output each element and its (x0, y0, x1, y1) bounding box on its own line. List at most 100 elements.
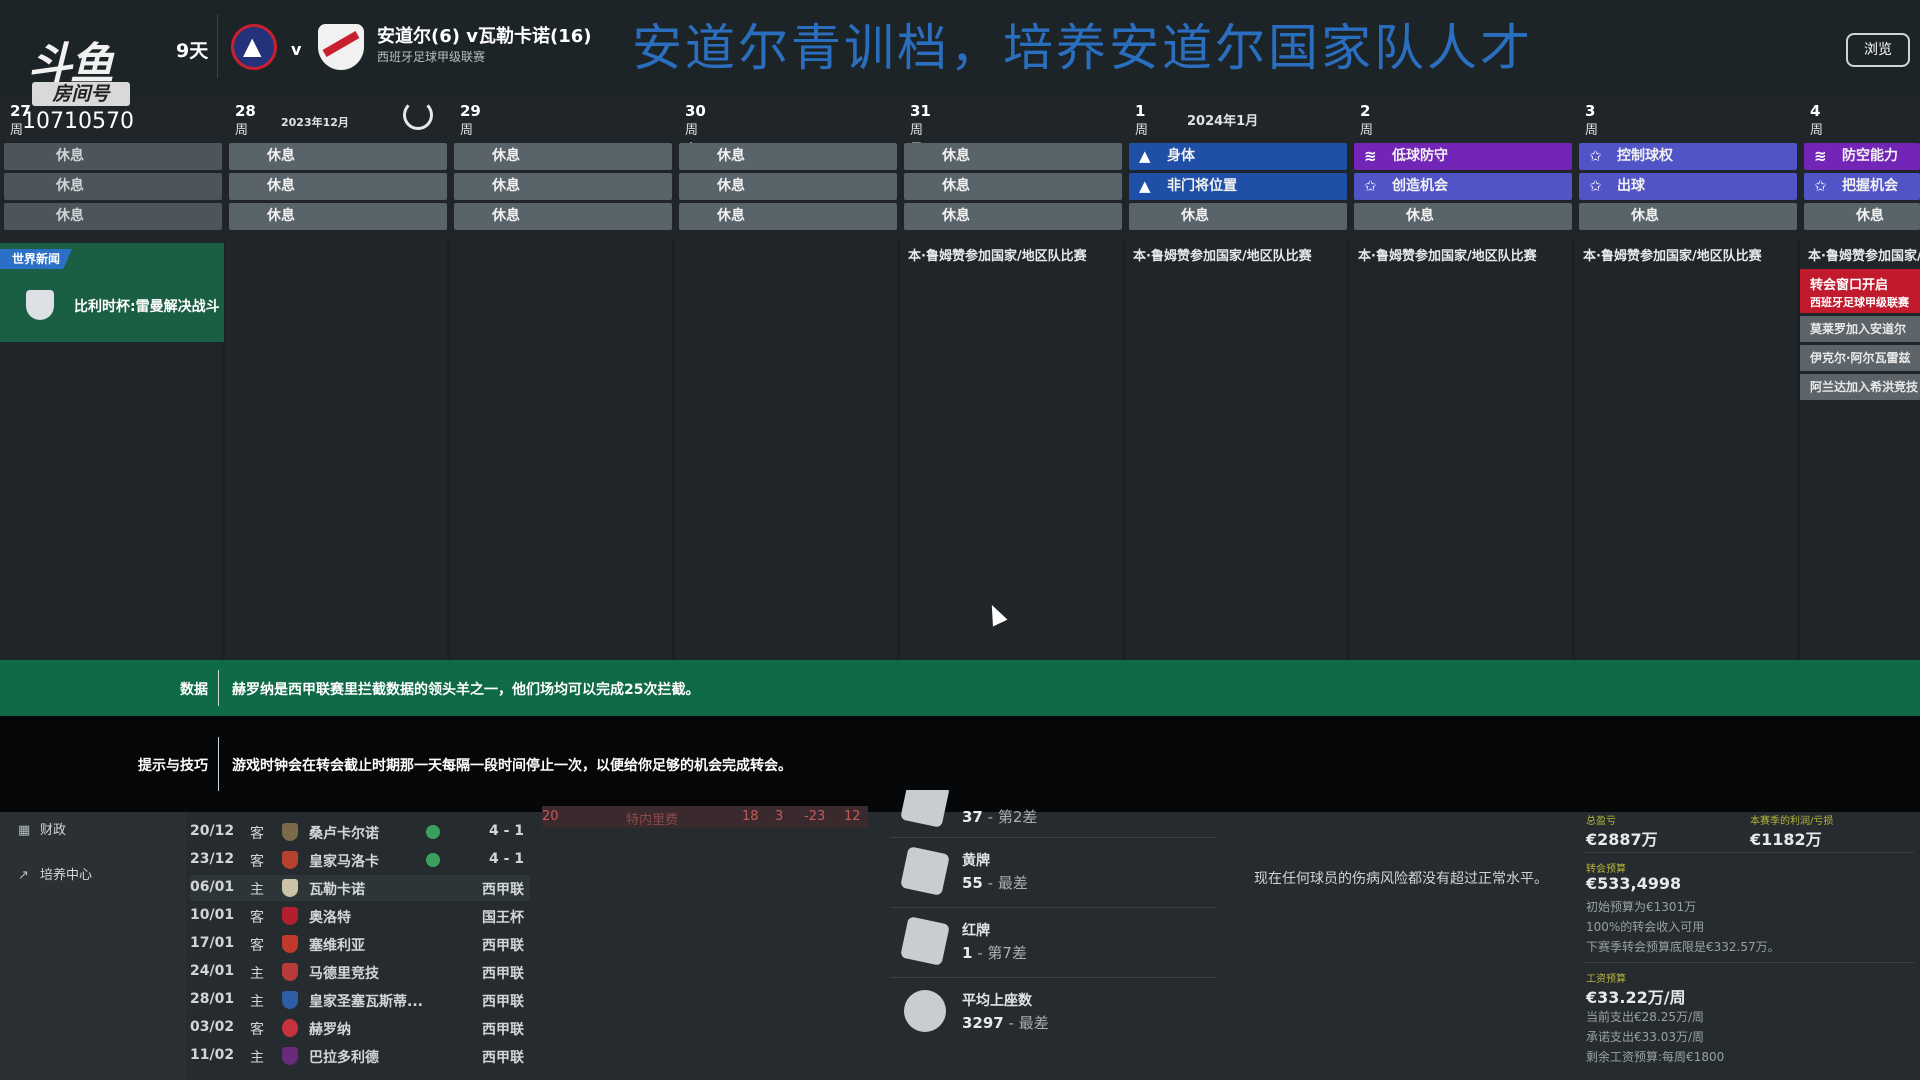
calendar-event-national-team[interactable]: 本·鲁姆赞参加国家/地区队比赛 (1583, 245, 1762, 264)
away-team-crest-icon[interactable] (318, 24, 364, 70)
session-label: 休息 (492, 208, 520, 224)
stat-number: 3297 (962, 1014, 1004, 1032)
win-indicator-icon (426, 853, 440, 867)
session-slot-outfield[interactable]: ▲ 非门将位置 (1129, 173, 1347, 200)
session-slot-chance-creation[interactable]: ✩ 创造机会 (1354, 173, 1572, 200)
session-slot-rest[interactable]: 休息 (679, 143, 897, 170)
session-slot-rest[interactable]: 休息 (454, 203, 672, 230)
fixture-venue: 客 (250, 854, 264, 870)
stat-row-red-cards[interactable]: 红牌 1 - 第7差 (890, 910, 1216, 978)
data-fact-label: 数据 (180, 682, 208, 698)
session-slot-rest[interactable]: 休息 (4, 143, 222, 170)
calendar-event-national-team[interactable]: 本·鲁姆赞参加国家/地区队比赛 (1133, 245, 1312, 264)
session-slot-low-block[interactable]: ≋ 低球防守 (1354, 143, 1572, 170)
sidebar-item-finance[interactable]: ▦ 财政 (18, 819, 66, 838)
transfer-budget: €533,4998 (1586, 874, 1682, 893)
sidebar-item-development[interactable]: ↗ 培养中心 (18, 864, 92, 883)
session-slot-rest[interactable]: 休息 (4, 173, 222, 200)
fixture-row[interactable]: 10/01 客 奥洛特 国王杯 (190, 903, 530, 929)
tips-divider (218, 737, 219, 791)
session-slot-rest[interactable]: 休息 (904, 143, 1122, 170)
fixture-row[interactable]: 20/12 客 桑卢卡尔诺 4 - 1 (190, 819, 530, 845)
fixture-row[interactable]: 11/02 主 巴拉多利德 西甲联 (190, 1043, 530, 1069)
session-slot-distribution[interactable]: ✩ 出球 (1579, 173, 1797, 200)
calendar-event-national-team[interactable]: 本·鲁姆赞参加国家/地区队比赛 (1808, 245, 1920, 264)
fixture-venue: 客 (250, 910, 264, 926)
session-slot-finishing[interactable]: ✩ 把握机会 (1804, 173, 1920, 200)
sidebar-item-label: 培养中心 (40, 868, 93, 883)
team-crest-icon (282, 935, 298, 953)
session-slot-rest[interactable]: 休息 (679, 203, 897, 230)
session-slot-rest[interactable]: 休息 (229, 173, 447, 200)
fixture-date: 20/12 (190, 823, 235, 839)
calendar-event-national-team[interactable]: 本·鲁姆赞参加国家/地区队比赛 (908, 245, 1087, 264)
finance-divider (1584, 962, 1914, 963)
session-label: 休息 (1406, 208, 1434, 224)
session-slot-rest[interactable]: 休息 (229, 203, 447, 230)
injury-risk-text: 现在任何球员的伤病风险都没有超过正常水平。 (1254, 871, 1548, 887)
calendar-event-national-team[interactable]: 本·鲁姆赞参加国家/地区队比赛 (1358, 245, 1537, 264)
fixture-date: 10/01 (190, 907, 235, 923)
session-label: 休息 (267, 208, 295, 224)
team-crest-icon (282, 879, 298, 897)
column-divider (1122, 240, 1125, 660)
session-label: 休息 (492, 148, 520, 164)
fixture-row[interactable]: 23/12 客 皇家马洛卡 4 - 1 (190, 847, 530, 873)
news-item[interactable]: 阿兰达加入希洪竞技 (1800, 374, 1920, 400)
session-slot-rest[interactable]: 休息 (1354, 203, 1572, 230)
day-number: 29 (460, 102, 481, 120)
news-item[interactable]: 伊克尔·阿尔瓦雷兹 (1800, 345, 1920, 371)
world-news-headline[interactable]: 比利时杯:雷曼解决战斗 (74, 296, 220, 316)
session-slot-rest[interactable]: 休息 (904, 173, 1122, 200)
sidebar (0, 812, 186, 1080)
stat-row-fouls[interactable]: 37 - 第2差 (890, 790, 1216, 838)
session-slot-rest[interactable]: 休息 (454, 143, 672, 170)
session-label: 休息 (1631, 208, 1659, 224)
next-match-title[interactable]: 安道尔(6) v瓦勒卡诺(16) (377, 22, 591, 48)
column-divider (672, 240, 675, 660)
browse-button[interactable]: 浏览 (1846, 33, 1910, 67)
transfer-budget-line: 下赛季转会预算底限是€332.57万。 (1586, 940, 1780, 954)
session-slot-aerial-defence[interactable]: ≋ 防空能力 (1804, 143, 1920, 170)
stat-value: 1 - 第7差 (962, 942, 1027, 963)
runner-icon: ✩ (1814, 177, 1827, 195)
room-number: 10710570 (22, 109, 134, 134)
session-slot-rest[interactable]: 休息 (454, 173, 672, 200)
league-table-row[interactable]: 20 特内里费 18 3 -23 12 (542, 806, 868, 828)
stat-rank: - 最差 (987, 874, 1028, 892)
fixture-row[interactable]: 24/01 主 马德里竞技 西甲联 (190, 959, 530, 985)
fixture-row[interactable]: 03/02 客 赫罗纳 西甲联 (190, 1015, 530, 1041)
league-played: 18 (742, 809, 759, 824)
session-slot-physical[interactable]: ▲ 身体 (1129, 143, 1347, 170)
column-divider (897, 240, 900, 660)
tips-text: 游戏时钟会在转会截止时期那一天每隔一段时间停止一次，以便给你足够的机会完成转会。 (232, 758, 792, 774)
transfer-budget-label: 转会预算 (1586, 864, 1626, 875)
home-team-crest-icon[interactable] (231, 24, 277, 70)
fixture-row[interactable]: 28/01 主 皇家圣塞瓦斯蒂... 西甲联 (190, 987, 530, 1013)
session-slot-rest[interactable]: 休息 (4, 203, 222, 230)
session-label: 休息 (942, 208, 970, 224)
session-label: 休息 (717, 148, 745, 164)
session-label: 休息 (717, 208, 745, 224)
fixture-result: 4 - 1 (488, 823, 524, 839)
session-label: 非门将位置 (1167, 178, 1237, 194)
session-slot-rest[interactable]: 休息 (679, 173, 897, 200)
fixture-date: 03/02 (190, 1019, 235, 1035)
session-slot-possession[interactable]: ✩ 控制球权 (1579, 143, 1797, 170)
fixture-venue: 主 (250, 994, 264, 1010)
fixture-venue: 主 (250, 882, 264, 898)
stat-row-attendance[interactable]: 平均上座数 3297 - 最差 (890, 980, 1216, 1048)
day-number: 27 (10, 102, 31, 120)
news-item[interactable]: 莫莱罗加入安道尔 (1800, 316, 1920, 342)
fixture-row[interactable]: 06/01 主 瓦勒卡诺 西甲联 (190, 875, 530, 901)
stat-row-yellow-cards[interactable]: 黄牌 55 - 最差 (890, 840, 1216, 908)
session-slot-rest[interactable]: 休息 (1129, 203, 1347, 230)
session-slot-rest[interactable]: 休息 (1804, 203, 1920, 230)
fixture-competition: 西甲联 (482, 994, 524, 1010)
fixture-row[interactable]: 17/01 客 塞维利亚 西甲联 (190, 931, 530, 957)
session-slot-rest[interactable]: 休息 (1579, 203, 1797, 230)
refresh-icon[interactable] (403, 100, 433, 130)
team-crest-icon (282, 963, 298, 981)
session-slot-rest[interactable]: 休息 (904, 203, 1122, 230)
session-slot-rest[interactable]: 休息 (229, 143, 447, 170)
